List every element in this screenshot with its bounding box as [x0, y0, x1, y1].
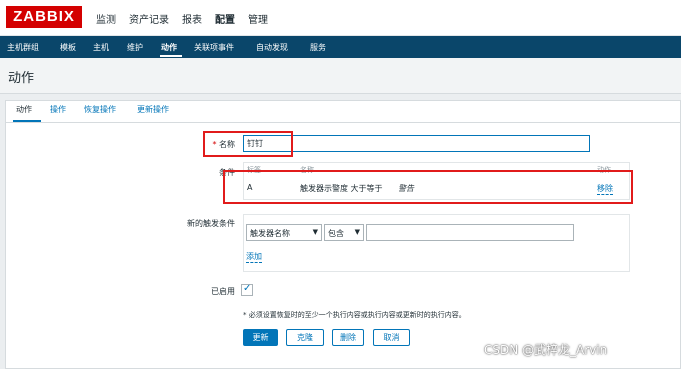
- required-hint: * 必须设置恢复时的至少一个执行内容或执行内容或更新时的执行内容。: [243, 311, 466, 319]
- menu-configuration[interactable]: 配置: [215, 11, 235, 26]
- add-condition-link[interactable]: 添加: [246, 251, 262, 263]
- tab-divider: [5, 122, 681, 123]
- condition-operator-select[interactable]: 包含 ▼: [324, 224, 364, 241]
- delete-button[interactable]: 删除: [332, 329, 364, 346]
- submenu-discovery[interactable]: 自动发现: [256, 42, 288, 53]
- highlight-box-condition: [223, 170, 633, 204]
- highlight-box-name: [203, 131, 293, 157]
- dropdown-arrow-icon: ▼: [312, 228, 318, 236]
- menu-monitoring[interactable]: 监测: [96, 11, 116, 26]
- name-input[interactable]: [243, 135, 590, 152]
- condition-type-select[interactable]: 触发器名称 ▼: [246, 224, 322, 241]
- zabbix-logo[interactable]: ZABBIX: [6, 6, 82, 28]
- condition-operator-value: 包含: [328, 229, 344, 238]
- enabled-checkbox[interactable]: ✓: [241, 283, 253, 296]
- checkmark-icon: ✓: [243, 283, 252, 294]
- update-button[interactable]: 更新: [243, 329, 278, 346]
- menu-reports[interactable]: 报表: [182, 11, 202, 26]
- submenu-templates[interactable]: 模板: [60, 42, 76, 53]
- enabled-label: 已启用: [211, 287, 235, 296]
- sub-menu-bar: 主机群组 模板 主机 维护 动作 关联项事件 自动发现 服务: [0, 36, 681, 58]
- active-submenu-indicator: [160, 55, 182, 57]
- watermark: CSDN @武梓龙_Arvin: [484, 343, 608, 357]
- menu-inventory[interactable]: 资产记录: [129, 11, 169, 26]
- submenu-event-correlation[interactable]: 关联项事件: [194, 42, 234, 53]
- submenu-actions[interactable]: 动作: [161, 42, 177, 53]
- condition-type-value: 触发器名称: [250, 229, 290, 238]
- tab-operations[interactable]: 操作: [50, 104, 66, 115]
- submenu-maintenance[interactable]: 维护: [127, 42, 143, 53]
- new-condition-box: [243, 214, 630, 272]
- tab-update-operations[interactable]: 更新操作: [137, 104, 169, 115]
- tab-action[interactable]: 动作: [16, 104, 32, 115]
- submenu-host-groups[interactable]: 主机群组: [7, 42, 39, 53]
- page-header: [0, 58, 681, 94]
- cancel-button[interactable]: 取消: [373, 329, 410, 346]
- main-menu: 监测 资产记录 报表 配置 管理: [96, 11, 281, 26]
- dropdown-arrow-icon: ▼: [354, 228, 360, 236]
- submenu-hosts[interactable]: 主机: [93, 42, 109, 53]
- clone-button[interactable]: 克隆: [286, 329, 324, 346]
- tab-recovery-operations[interactable]: 恢复操作: [84, 104, 116, 115]
- menu-administration[interactable]: 管理: [248, 11, 268, 26]
- condition-value-input[interactable]: [366, 224, 574, 241]
- submenu-services[interactable]: 服务: [310, 42, 326, 53]
- new-condition-label: 新的触发条件: [187, 219, 235, 228]
- page-title: 动作: [8, 70, 35, 85]
